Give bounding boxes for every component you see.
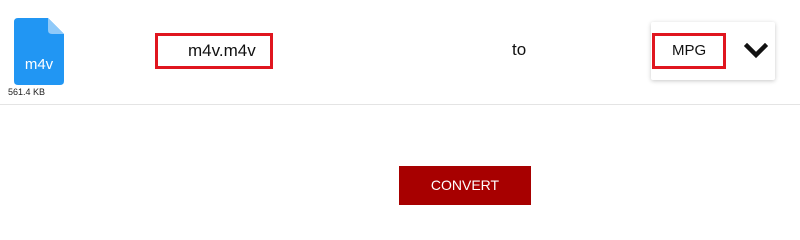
file-row: m4v 561.4 KB m4v.m4v to MPG — [0, 0, 800, 105]
convert-button[interactable]: CONVERT — [399, 166, 531, 205]
converter-panel: m4v 561.4 KB m4v.m4v to MPG CONVERT — [0, 0, 800, 228]
to-label: to — [512, 40, 527, 59]
file-size: 561.4 KB — [8, 87, 46, 97]
file-name: m4v.m4v — [188, 41, 256, 60]
target-format-value: MPG — [672, 42, 707, 59]
file-name-highlight: m4v.m4v — [155, 33, 273, 69]
chevron-down-icon[interactable] — [743, 42, 769, 59]
file-extension-label: m4v — [24, 56, 54, 73]
target-format-highlight: MPG — [652, 33, 726, 69]
target-format-select[interactable]: MPG — [651, 22, 775, 80]
file-icon: m4v — [14, 18, 64, 85]
